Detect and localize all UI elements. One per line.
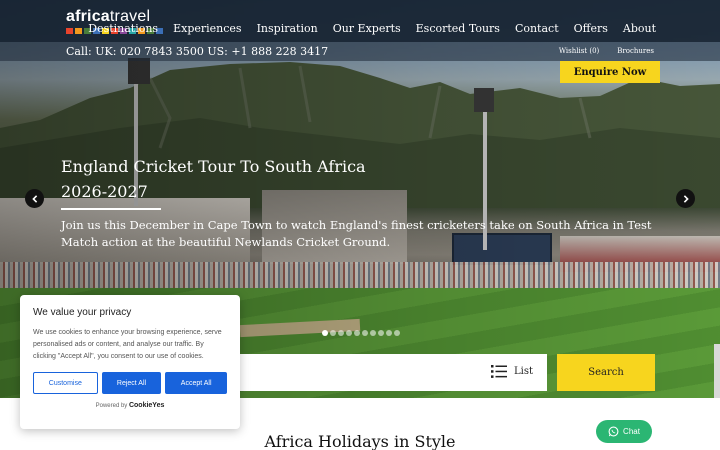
cookieyes-logo[interactable]: CookieYes [129, 402, 164, 409]
cookie-actions: Customise Reject All Accept All [33, 372, 227, 394]
logo-color-swatch [75, 28, 82, 34]
chat-button[interactable]: Chat [596, 420, 652, 443]
chevron-left-icon [31, 194, 37, 203]
page-scrollbar[interactable] [714, 344, 720, 398]
nav-contact[interactable]: Contact [515, 22, 559, 35]
carousel-dot[interactable] [330, 330, 336, 336]
cookie-consent-banner: We value your privacy We use cookies to … [20, 295, 240, 429]
chevron-right-icon [683, 194, 689, 203]
nav-escorted-tours[interactable]: Escorted Tours [416, 22, 500, 35]
carousel-dot[interactable] [386, 330, 392, 336]
phone-numbers[interactable]: Call: UK: 020 7843 3500 US: +1 888 228 3… [66, 45, 328, 58]
carousel-dot[interactable] [346, 330, 352, 336]
search-button[interactable]: Search [557, 354, 655, 391]
carousel-prev-button[interactable] [25, 189, 44, 208]
list-view-label: List [514, 366, 533, 377]
chat-label: Chat [623, 427, 640, 436]
hero-description: Join us this December in Cape Town to wa… [61, 218, 652, 249]
carousel-dot[interactable] [370, 330, 376, 336]
hero-divider [61, 208, 161, 210]
cookie-customise-button[interactable]: Customise [33, 372, 98, 394]
cookie-accept-all-button[interactable]: Accept All [165, 372, 227, 394]
hero-title: England Cricket Tour To South Africa 202… [61, 157, 366, 201]
carousel-dot[interactable] [362, 330, 368, 336]
list-view-toggle[interactable]: List [491, 364, 533, 379]
nav-inspiration[interactable]: Inspiration [257, 22, 318, 35]
utility-links: Wishlist (0) Brochures [559, 47, 654, 55]
enquire-now-button[interactable]: Enquire Now [560, 61, 660, 83]
nav-about[interactable]: About [623, 22, 656, 35]
carousel-dot[interactable] [322, 330, 328, 336]
carousel-dots [322, 330, 400, 336]
logo-color-swatch [66, 28, 73, 34]
powered-by-prefix: Powered by [95, 403, 128, 409]
carousel-next-button[interactable] [676, 189, 695, 208]
carousel-dot[interactable] [354, 330, 360, 336]
carousel-dot[interactable] [378, 330, 384, 336]
cookie-title: We value your privacy [33, 307, 132, 318]
wishlist-link[interactable]: Wishlist (0) [559, 47, 599, 55]
nav-offers[interactable]: Offers [574, 22, 608, 35]
carousel-dot[interactable] [394, 330, 400, 336]
holiday-search-bar[interactable]: List [240, 354, 547, 391]
nav-experiences[interactable]: Experiences [173, 22, 241, 35]
brochures-link[interactable]: Brochures [617, 47, 654, 55]
carousel-dot[interactable] [338, 330, 344, 336]
nav-our-experts[interactable]: Our Experts [333, 22, 401, 35]
cookie-reject-all-button[interactable]: Reject All [101, 372, 162, 394]
main-navigation: Destinations Experiences Inspiration Our… [88, 22, 656, 35]
cookie-text: We use cookies to enhance your browsing … [33, 329, 222, 360]
whatsapp-icon [608, 426, 619, 437]
list-icon [491, 365, 507, 378]
cookie-powered-by: Powered by CookieYes [33, 402, 227, 409]
nav-destinations[interactable]: Destinations [88, 22, 158, 35]
